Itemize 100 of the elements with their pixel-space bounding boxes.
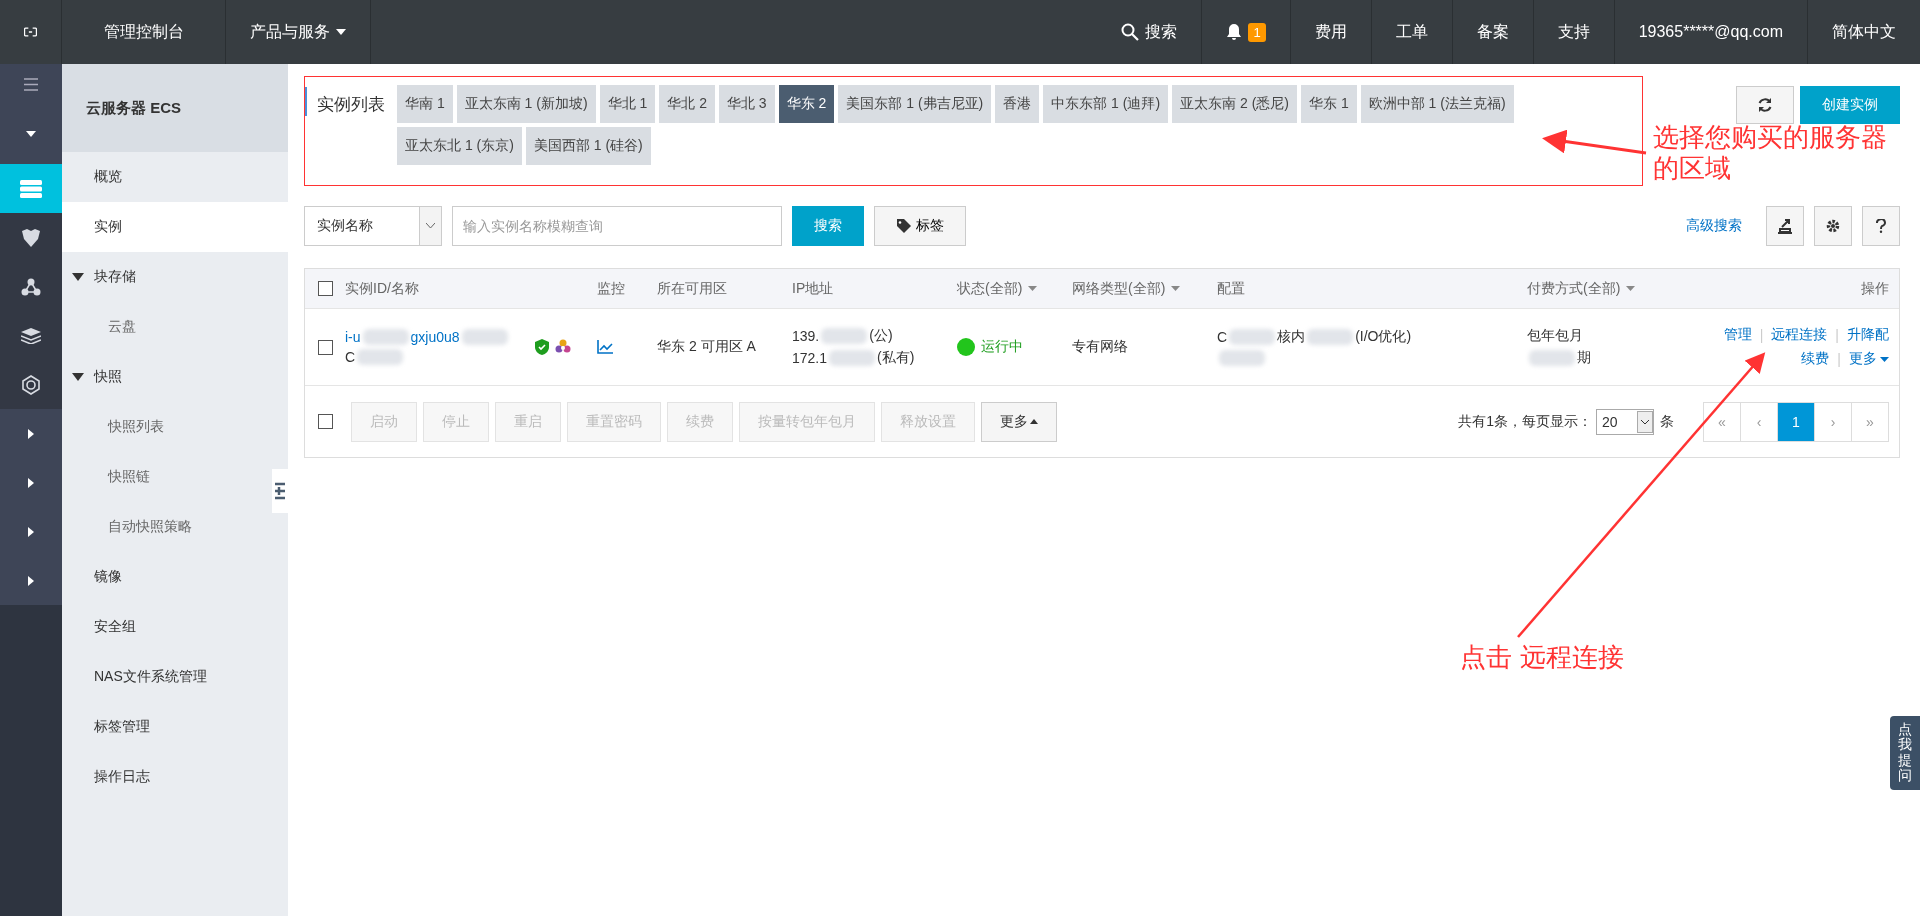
settings-button[interactable] [1814,206,1852,246]
cell-text: 专有网络 [1072,338,1129,356]
account-link[interactable]: 19365*****@qq.com [1613,0,1807,64]
caret-down-icon[interactable] [72,273,84,281]
tag-button[interactable]: 标签 [874,206,966,246]
cell-text: 核 [1277,328,1292,346]
caret-icon[interactable] [336,29,346,35]
advanced-search-link[interactable]: 高级搜索 [1686,217,1742,235]
column-header: IP地址 [792,279,835,298]
sidebar-item[interactable]: 块存储 [62,252,288,302]
collapse-handle[interactable] [272,469,288,513]
region-tab[interactable]: 华东 1 [1301,85,1357,123]
cell-text: 139. [792,328,820,344]
top-nav-link[interactable]: 支持 [1532,0,1614,64]
filter-select[interactable]: 实例名称 [304,206,442,246]
bell-icon[interactable] [1226,23,1243,41]
sidebar-item[interactable]: 实例 [62,202,288,252]
help-button[interactable] [1862,206,1900,246]
search-link[interactable]: 搜索 [1097,0,1202,64]
chevron-down-icon[interactable] [426,223,435,229]
instance-id-link[interactable]: i-u [345,329,361,345]
rail-item[interactable] [0,360,62,409]
sidebar-item[interactable]: 标签管理 [62,702,288,752]
top-nav-link[interactable]: 工单 [1370,0,1452,64]
cell-text: (私有) [877,349,915,367]
console-link[interactable]: 管理控制台 [103,21,184,43]
chevron-down-icon[interactable] [1637,410,1653,433]
column-header: 操作 [1861,279,1890,298]
region-tab[interactable]: 亚太东南 2 (悉尼) [1172,85,1297,123]
instance-id-link[interactable]: gxju0u8 [410,329,460,345]
caret-icon[interactable] [1880,356,1889,362]
flower-icon [555,339,571,355]
sidebar-item[interactable]: 镜像 [62,552,288,602]
region-tab[interactable]: 华北 2 [659,85,715,123]
region-tab[interactable]: 亚太东南 1 (新加坡) [456,85,596,123]
region-tab[interactable]: 欧洲中部 1 (法兰克福) [1360,85,1514,123]
sidebar-item[interactable]: NAS文件系统管理 [62,652,288,702]
caret-up-icon[interactable] [1030,419,1038,424]
expand-icon[interactable] [28,526,34,537]
region-tab[interactable]: 华南 1 [397,85,453,123]
sidebar-item[interactable]: 概览 [62,152,288,202]
feedback-tab[interactable]: 点我提问 [1890,716,1920,790]
row-checkbox[interactable] [317,339,333,355]
export-button[interactable] [1766,206,1804,246]
region-tab[interactable]: 美国西部 1 (硅谷) [525,127,651,165]
action-link[interactable]: 升降配 [1847,326,1889,344]
select-all-checkbox[interactable] [317,414,333,429]
region-tab[interactable]: 华北 1 [599,85,656,123]
top-nav-link[interactable]: 备案 [1451,0,1533,64]
export-icon[interactable] [1777,218,1793,234]
search-field[interactable]: 输入实例名称模糊查询 [452,206,782,246]
region-tab[interactable]: 华北 3 [718,85,775,123]
select-all-checkbox[interactable] [317,281,333,296]
expand-icon[interactable] [28,575,34,586]
region-tab[interactable]: 香港 [995,85,1040,123]
expand-icon[interactable] [28,428,34,439]
action-link[interactable]: 管理 [1723,326,1752,344]
action-link[interactable]: 远程连接 [1771,326,1828,344]
settings-icon[interactable] [1826,219,1840,233]
sidebar-item[interactable]: 安全组 [62,602,288,652]
action-link[interactable]: 更多 [1849,350,1877,368]
page-size-select[interactable]: 20 [1596,408,1654,435]
refresh-button[interactable] [1736,86,1794,124]
redaction-blur [1219,350,1265,366]
region-tab[interactable]: 美国东部 1 (弗吉尼亚) [838,85,992,123]
top-nav-link[interactable]: 费用 [1289,0,1371,64]
column-header[interactable]: 付费方式(全部) [1527,279,1677,298]
sidebar-subitem[interactable]: 云盘 [62,302,268,352]
cell-text: 华东 2 可用区 A [657,338,757,356]
expand-icon[interactable] [28,477,34,488]
action-link[interactable]: 续费 [1801,350,1830,368]
help-icon[interactable] [1876,219,1886,233]
region-tab[interactable]: 亚太东北 1 (东京) [397,127,522,165]
sidebar-subitem[interactable]: 自动快照策略 [62,502,268,552]
column-header[interactable]: 网络类型(全部) [1072,279,1217,298]
language-link[interactable]: 简体中文 [1807,0,1920,64]
products-menu[interactable]: 产品与服务 [250,21,330,43]
line-chart-icon[interactable] [597,340,613,354]
collapse-icon[interactable] [275,481,285,501]
rail-item[interactable] [0,213,62,262]
redaction-blur [362,329,409,345]
layers-icon[interactable] [21,327,41,344]
sidebar-item[interactable]: 快照 [62,352,288,402]
nodes-icon[interactable] [21,277,41,296]
refresh-icon[interactable] [1757,97,1773,113]
search-icon[interactable] [1121,23,1140,41]
redaction-blur [357,349,404,365]
sidebar-subitem[interactable]: 快照链 [62,452,268,502]
caret-down-icon[interactable] [72,373,84,381]
region-tab[interactable]: 中东东部 1 (迪拜) [1043,85,1169,123]
region-tab[interactable]: 华东 2 [778,85,835,123]
column-header[interactable]: 状态(全部) [957,279,1072,298]
sidebar-subitem[interactable]: 快照列表 [62,402,268,452]
separator: | [1837,351,1841,367]
caret-icon[interactable] [26,131,36,137]
tag-icon[interactable] [896,219,913,233]
status-dot [957,338,975,356]
sidebar-item[interactable]: 操作日志 [62,752,288,802]
batch-action-button[interactable]: 更多 [981,401,1057,442]
menu-icon[interactable] [24,77,38,91]
